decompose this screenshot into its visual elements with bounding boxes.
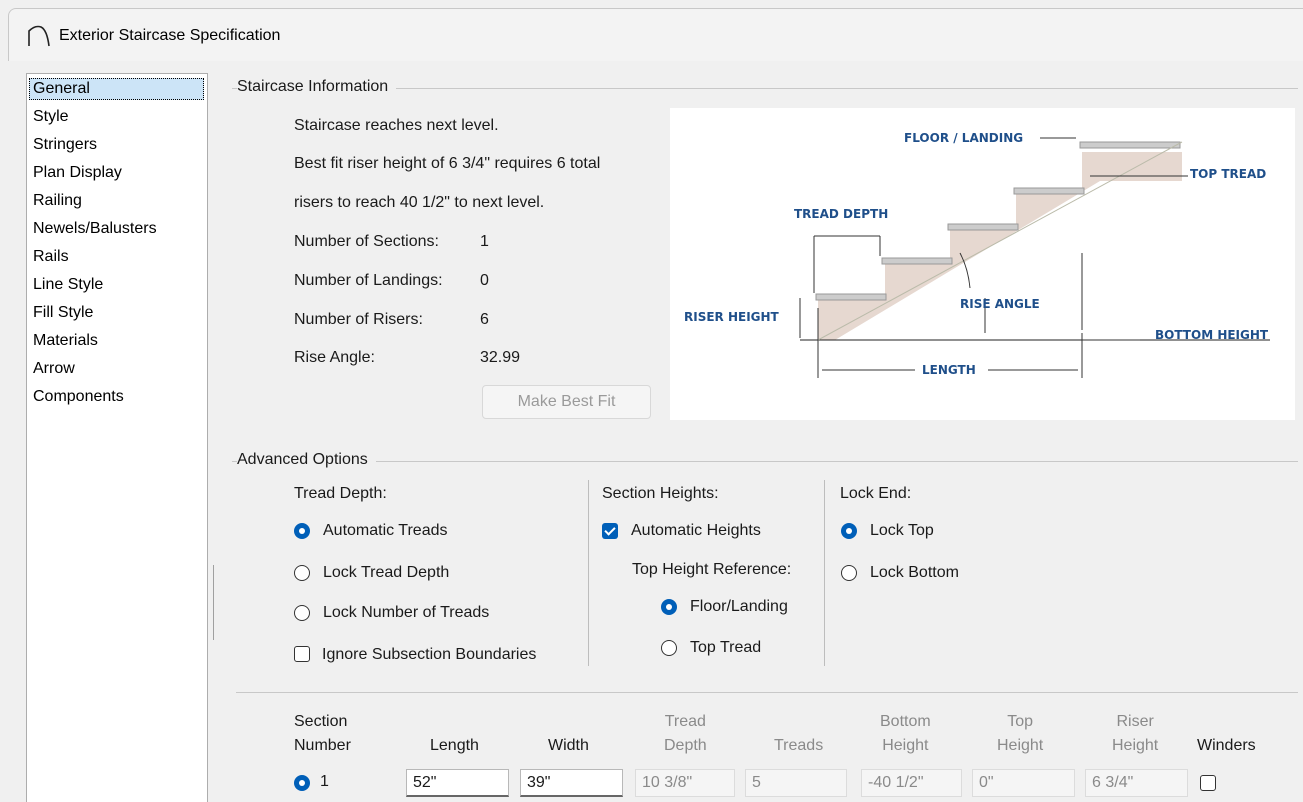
label-bottom-height: BOTTOM HEIGHT — [1155, 328, 1269, 342]
section-riser-height-input[interactable]: 6 3/4" — [1085, 769, 1188, 797]
sidebar-item-arrow[interactable]: Arrow — [29, 358, 79, 380]
section-width-input[interactable]: 39" — [520, 769, 623, 797]
automatic-heights-label[interactable]: Automatic Heights — [631, 522, 761, 540]
section-length-input[interactable]: 52" — [406, 769, 509, 797]
lock-top-radio[interactable] — [841, 523, 857, 539]
top-height-reference-label: Top Height Reference: — [632, 561, 792, 578]
lock-end-label: Lock End: — [840, 485, 912, 502]
floor-landing-label[interactable]: Floor/Landing — [690, 598, 788, 616]
info-status: Staircase reaches next level. — [294, 117, 499, 134]
tread-depth-label: Tread Depth: — [294, 485, 387, 502]
top-tread-label[interactable]: Top Tread — [690, 639, 761, 657]
label-tread-depth: TREAD DEPTH — [794, 207, 888, 221]
sidebar-item-railing[interactable]: Railing — [29, 190, 86, 212]
window-title: Exterior Staircase Specification — [59, 27, 281, 44]
winders-checkbox[interactable] — [1200, 775, 1216, 791]
sections-value: 1 — [480, 233, 489, 250]
landings-label: Number of Landings: — [294, 272, 443, 289]
staircase-illustration: FLOOR / LANDING TOP TREAD TREAD DEPTH RI… — [684, 131, 1270, 378]
advanced-group-title: Advanced Options — [237, 451, 376, 469]
label-floor-landing: FLOOR / LANDING — [904, 131, 1023, 145]
section-1-radio[interactable] — [294, 775, 310, 791]
make-best-fit-button[interactable]: Make Best Fit — [482, 385, 651, 419]
landings-value: 0 — [480, 272, 489, 289]
lock-top-label[interactable]: Lock Top — [870, 522, 934, 540]
sidebar-item-components[interactable]: Components — [29, 386, 128, 408]
ignore-subsection-label[interactable]: Ignore Subsection Boundaries — [322, 646, 536, 664]
header-treads: Treads — [774, 737, 824, 754]
sidebar-item-rails[interactable]: Rails — [29, 246, 73, 268]
automatic-heights-checkbox[interactable] — [602, 523, 618, 539]
rise-angle-value: 32.99 — [480, 349, 521, 366]
panel-splitter[interactable] — [213, 565, 214, 640]
label-length: LENGTH — [922, 363, 976, 377]
sidebar-item-general[interactable]: General — [29, 78, 204, 100]
header-bottom-height: Bottom Height — [880, 713, 931, 754]
rise-angle-label: Rise Angle: — [294, 349, 375, 366]
sidebar-item-materials[interactable]: Materials — [29, 330, 102, 352]
floor-landing-radio[interactable] — [661, 599, 677, 615]
header-length: Length — [430, 737, 479, 754]
info-group-title: Staircase Information — [237, 78, 397, 96]
label-rise-angle: RISE ANGLE — [960, 297, 1040, 311]
top-tread-radio[interactable] — [661, 640, 677, 656]
lock-bottom-radio[interactable] — [841, 565, 857, 581]
risers-value: 6 — [480, 311, 489, 328]
risers-label: Number of Risers: — [294, 311, 423, 328]
info-best-fit-line2: risers to reach 40 1/2" to next level. — [294, 194, 545, 211]
category-list[interactable]: General Style Stringers Plan Display Rai… — [26, 73, 208, 802]
sidebar-item-newels-balusters[interactable]: Newels/Balusters — [29, 218, 161, 240]
header-top-height: Top Height — [997, 713, 1044, 754]
automatic-treads-radio[interactable] — [294, 523, 310, 539]
sidebar-item-style[interactable]: Style — [29, 106, 73, 128]
section-1-number: 1 — [320, 773, 329, 790]
lock-bottom-label[interactable]: Lock Bottom — [870, 564, 959, 582]
sidebar-item-plan-display[interactable]: Plan Display — [29, 162, 126, 184]
staircase-app-icon — [28, 25, 50, 47]
label-riser-height: RISER HEIGHT — [684, 310, 780, 324]
advanced-separator-2 — [824, 480, 825, 666]
header-section-number: Section Number — [294, 713, 351, 754]
table-separator — [236, 692, 1298, 693]
lock-number-treads-radio[interactable] — [294, 605, 310, 621]
header-winders: Winders — [1197, 737, 1256, 754]
header-tread-depth: Tread Depth — [664, 713, 707, 754]
label-top-tread: TOP TREAD — [1190, 167, 1266, 181]
sidebar-item-line-style[interactable]: Line Style — [29, 274, 107, 296]
advanced-separator-1 — [588, 480, 589, 666]
info-best-fit-line1: Best fit riser height of 6 3/4" requires… — [294, 155, 601, 172]
section-bottom-height-input[interactable]: -40 1/2" — [861, 769, 962, 797]
section-heights-label: Section Heights: — [602, 485, 719, 502]
header-riser-height: Riser Height — [1112, 713, 1159, 754]
section-treads-input[interactable]: 5 — [745, 769, 847, 797]
section-tread-depth-input[interactable]: 10 3/8" — [635, 769, 735, 797]
lock-number-treads-label[interactable]: Lock Number of Treads — [323, 604, 489, 622]
sections-label: Number of Sections: — [294, 233, 439, 250]
header-width: Width — [548, 737, 589, 754]
advanced-group-line — [232, 461, 1298, 462]
staircase-diagram: FLOOR / LANDING TOP TREAD TREAD DEPTH RI… — [670, 108, 1295, 420]
lock-tread-depth-label[interactable]: Lock Tread Depth — [323, 564, 449, 582]
title-bar: Exterior Staircase Specification — [8, 8, 1303, 61]
section-top-height-input[interactable]: 0" — [972, 769, 1075, 797]
automatic-treads-label[interactable]: Automatic Treads — [323, 522, 448, 540]
ignore-subsection-checkbox[interactable] — [294, 646, 310, 662]
sidebar-item-fill-style[interactable]: Fill Style — [29, 302, 97, 324]
lock-tread-depth-radio[interactable] — [294, 565, 310, 581]
sidebar-item-stringers[interactable]: Stringers — [29, 134, 101, 156]
